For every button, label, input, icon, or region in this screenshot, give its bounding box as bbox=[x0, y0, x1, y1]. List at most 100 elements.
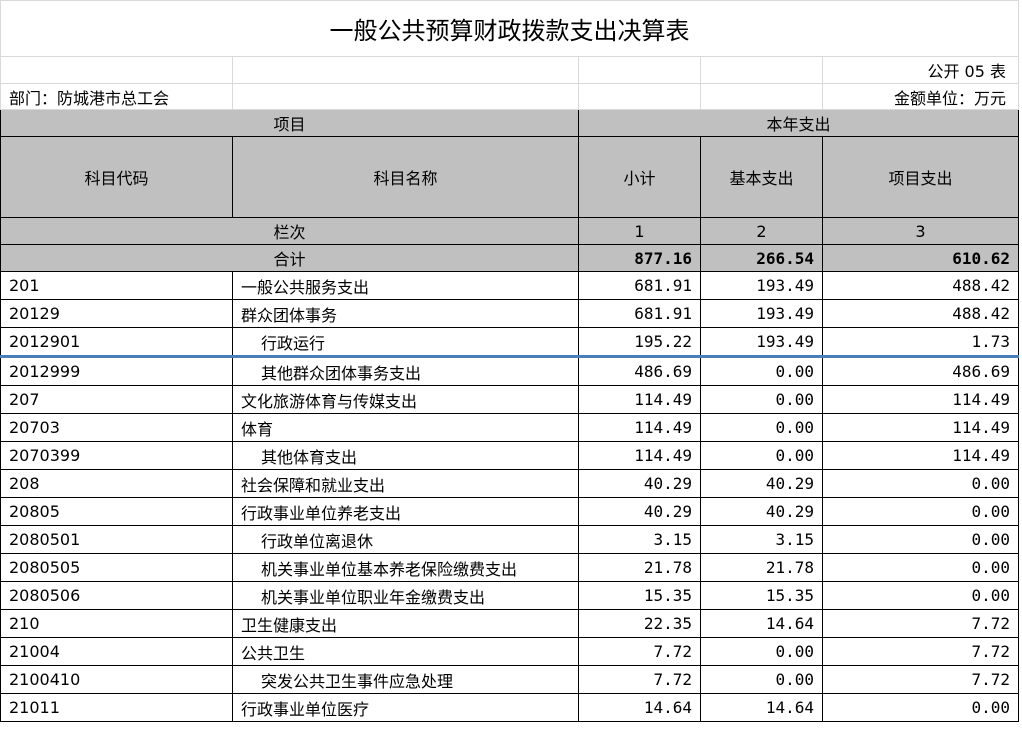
table-row[interactable]: 2100410 突发公共卫生事件应急处理 7.72 0.00 7.72 bbox=[0, 665, 1019, 694]
row-name[interactable]: 文化旅游体育与传媒支出 bbox=[232, 385, 579, 414]
row-subtotal[interactable]: 15.35 bbox=[578, 581, 701, 610]
row-subtotal[interactable]: 114.49 bbox=[578, 413, 701, 442]
row-project[interactable]: 1.73 bbox=[822, 327, 1019, 358]
row-basic[interactable]: 0.00 bbox=[700, 441, 823, 470]
row-project[interactable]: 488.42 bbox=[822, 299, 1019, 328]
row-subtotal[interactable]: 21.78 bbox=[578, 553, 701, 582]
row-code[interactable]: 2070399 bbox=[0, 441, 233, 470]
table-row[interactable]: 2012901 行政运行 195.22 193.49 1.73 bbox=[0, 327, 1019, 358]
row-basic[interactable]: 0.00 bbox=[700, 665, 823, 694]
row-project[interactable]: 7.72 bbox=[822, 637, 1019, 666]
row-name[interactable]: 卫生健康支出 bbox=[232, 609, 579, 638]
row-code[interactable]: 21004 bbox=[0, 637, 233, 666]
table-row[interactable]: 20129 群众团体事务 681.91 193.49 488.42 bbox=[0, 299, 1019, 328]
row-project[interactable]: 114.49 bbox=[822, 441, 1019, 470]
table-row[interactable]: 21004 公共卫生 7.72 0.00 7.72 bbox=[0, 637, 1019, 666]
row-subtotal[interactable]: 681.91 bbox=[578, 299, 701, 328]
table-row[interactable]: 2080501 行政单位离退休 3.15 3.15 0.00 bbox=[0, 525, 1019, 554]
row-subtotal[interactable]: 195.22 bbox=[578, 327, 701, 358]
row-project[interactable]: 0.00 bbox=[822, 693, 1019, 722]
row-code[interactable]: 20703 bbox=[0, 413, 233, 442]
row-subtotal[interactable]: 486.69 bbox=[578, 356, 701, 386]
row-code[interactable]: 2080506 bbox=[0, 581, 233, 610]
row-subtotal[interactable]: 114.49 bbox=[578, 385, 701, 414]
header-project: 项目 bbox=[0, 109, 579, 137]
row-basic[interactable]: 14.64 bbox=[700, 693, 823, 722]
row-name[interactable]: 一般公共服务支出 bbox=[232, 271, 579, 300]
table-row[interactable]: 2080506 机关事业单位职业年金缴费支出 15.35 15.35 0.00 bbox=[0, 581, 1019, 610]
row-basic[interactable]: 0.00 bbox=[700, 356, 823, 386]
row-code[interactable]: 208 bbox=[0, 469, 233, 498]
row-name[interactable]: 其他体育支出 bbox=[232, 441, 579, 470]
row-subtotal[interactable]: 40.29 bbox=[578, 497, 701, 526]
row-name[interactable]: 公共卫生 bbox=[232, 637, 579, 666]
row-subtotal[interactable]: 681.91 bbox=[578, 271, 701, 300]
row-project[interactable]: 7.72 bbox=[822, 609, 1019, 638]
row-subtotal[interactable]: 14.64 bbox=[578, 693, 701, 722]
row-basic[interactable]: 0.00 bbox=[700, 385, 823, 414]
column-number-label: 栏次 bbox=[0, 217, 579, 245]
table-row[interactable]: 20703 体育 114.49 0.00 114.49 bbox=[0, 413, 1019, 442]
row-name[interactable]: 行政运行 bbox=[232, 327, 579, 358]
row-code[interactable]: 2012901 bbox=[0, 327, 233, 358]
row-code[interactable]: 20129 bbox=[0, 299, 233, 328]
row-basic[interactable]: 14.64 bbox=[700, 609, 823, 638]
row-subtotal[interactable]: 40.29 bbox=[578, 469, 701, 498]
row-project[interactable]: 486.69 bbox=[822, 356, 1019, 386]
row-project[interactable]: 488.42 bbox=[822, 271, 1019, 300]
row-project[interactable]: 7.72 bbox=[822, 665, 1019, 694]
row-subtotal[interactable]: 7.72 bbox=[578, 665, 701, 694]
row-code[interactable]: 201 bbox=[0, 271, 233, 300]
row-basic[interactable]: 40.29 bbox=[700, 469, 823, 498]
row-basic[interactable]: 0.00 bbox=[700, 413, 823, 442]
row-basic[interactable]: 193.49 bbox=[700, 299, 823, 328]
table-row[interactable]: 2012999 其他群众团体事务支出 486.69 0.00 486.69 bbox=[0, 356, 1019, 386]
row-code[interactable]: 2080505 bbox=[0, 553, 233, 582]
table-row[interactable]: 207 文化旅游体育与传媒支出 114.49 0.00 114.49 bbox=[0, 385, 1019, 414]
row-name[interactable]: 体育 bbox=[232, 413, 579, 442]
row-project[interactable]: 114.49 bbox=[822, 385, 1019, 414]
row-name[interactable]: 行政事业单位医疗 bbox=[232, 693, 579, 722]
table-row[interactable]: 20805 行政事业单位养老支出 40.29 40.29 0.00 bbox=[0, 497, 1019, 526]
row-subtotal[interactable]: 22.35 bbox=[578, 609, 701, 638]
table-row[interactable]: 208 社会保障和就业支出 40.29 40.29 0.00 bbox=[0, 469, 1019, 498]
header-project-exp: 项目支出 bbox=[822, 136, 1019, 218]
row-code[interactable]: 2100410 bbox=[0, 665, 233, 694]
row-code[interactable]: 210 bbox=[0, 609, 233, 638]
row-project[interactable]: 0.00 bbox=[822, 497, 1019, 526]
total-subtotal: 877.16 bbox=[578, 244, 701, 272]
row-subtotal[interactable]: 3.15 bbox=[578, 525, 701, 554]
table-row[interactable]: 2080505 机关事业单位基本养老保险缴费支出 21.78 21.78 0.00 bbox=[0, 553, 1019, 582]
row-subtotal[interactable]: 7.72 bbox=[578, 637, 701, 666]
row-name[interactable]: 群众团体事务 bbox=[232, 299, 579, 328]
row-code[interactable]: 2080501 bbox=[0, 525, 233, 554]
row-basic[interactable]: 15.35 bbox=[700, 581, 823, 610]
row-project[interactable]: 114.49 bbox=[822, 413, 1019, 442]
row-code[interactable]: 21011 bbox=[0, 693, 233, 722]
row-name[interactable]: 社会保障和就业支出 bbox=[232, 469, 579, 498]
row-basic[interactable]: 193.49 bbox=[700, 327, 823, 358]
table-row[interactable]: 201 一般公共服务支出 681.91 193.49 488.42 bbox=[0, 271, 1019, 300]
row-code[interactable]: 2012999 bbox=[0, 356, 233, 386]
row-basic[interactable]: 193.49 bbox=[700, 271, 823, 300]
row-name[interactable]: 突发公共卫生事件应急处理 bbox=[232, 665, 579, 694]
row-project[interactable]: 0.00 bbox=[822, 581, 1019, 610]
row-basic[interactable]: 3.15 bbox=[700, 525, 823, 554]
table-row[interactable]: 2070399 其他体育支出 114.49 0.00 114.49 bbox=[0, 441, 1019, 470]
row-basic[interactable]: 21.78 bbox=[700, 553, 823, 582]
row-project[interactable]: 0.00 bbox=[822, 469, 1019, 498]
row-basic[interactable]: 0.00 bbox=[700, 637, 823, 666]
table-row[interactable]: 21011 行政事业单位医疗 14.64 14.64 0.00 bbox=[0, 693, 1019, 722]
row-name[interactable]: 行政事业单位养老支出 bbox=[232, 497, 579, 526]
row-project[interactable]: 0.00 bbox=[822, 553, 1019, 582]
table-row[interactable]: 210 卫生健康支出 22.35 14.64 7.72 bbox=[0, 609, 1019, 638]
row-code[interactable]: 20805 bbox=[0, 497, 233, 526]
row-project[interactable]: 0.00 bbox=[822, 525, 1019, 554]
row-code[interactable]: 207 bbox=[0, 385, 233, 414]
row-subtotal[interactable]: 114.49 bbox=[578, 441, 701, 470]
row-name[interactable]: 行政单位离退休 bbox=[232, 525, 579, 554]
row-name[interactable]: 其他群众团体事务支出 bbox=[232, 356, 579, 386]
row-name[interactable]: 机关事业单位基本养老保险缴费支出 bbox=[232, 553, 579, 582]
row-name[interactable]: 机关事业单位职业年金缴费支出 bbox=[232, 581, 579, 610]
row-basic[interactable]: 40.29 bbox=[700, 497, 823, 526]
